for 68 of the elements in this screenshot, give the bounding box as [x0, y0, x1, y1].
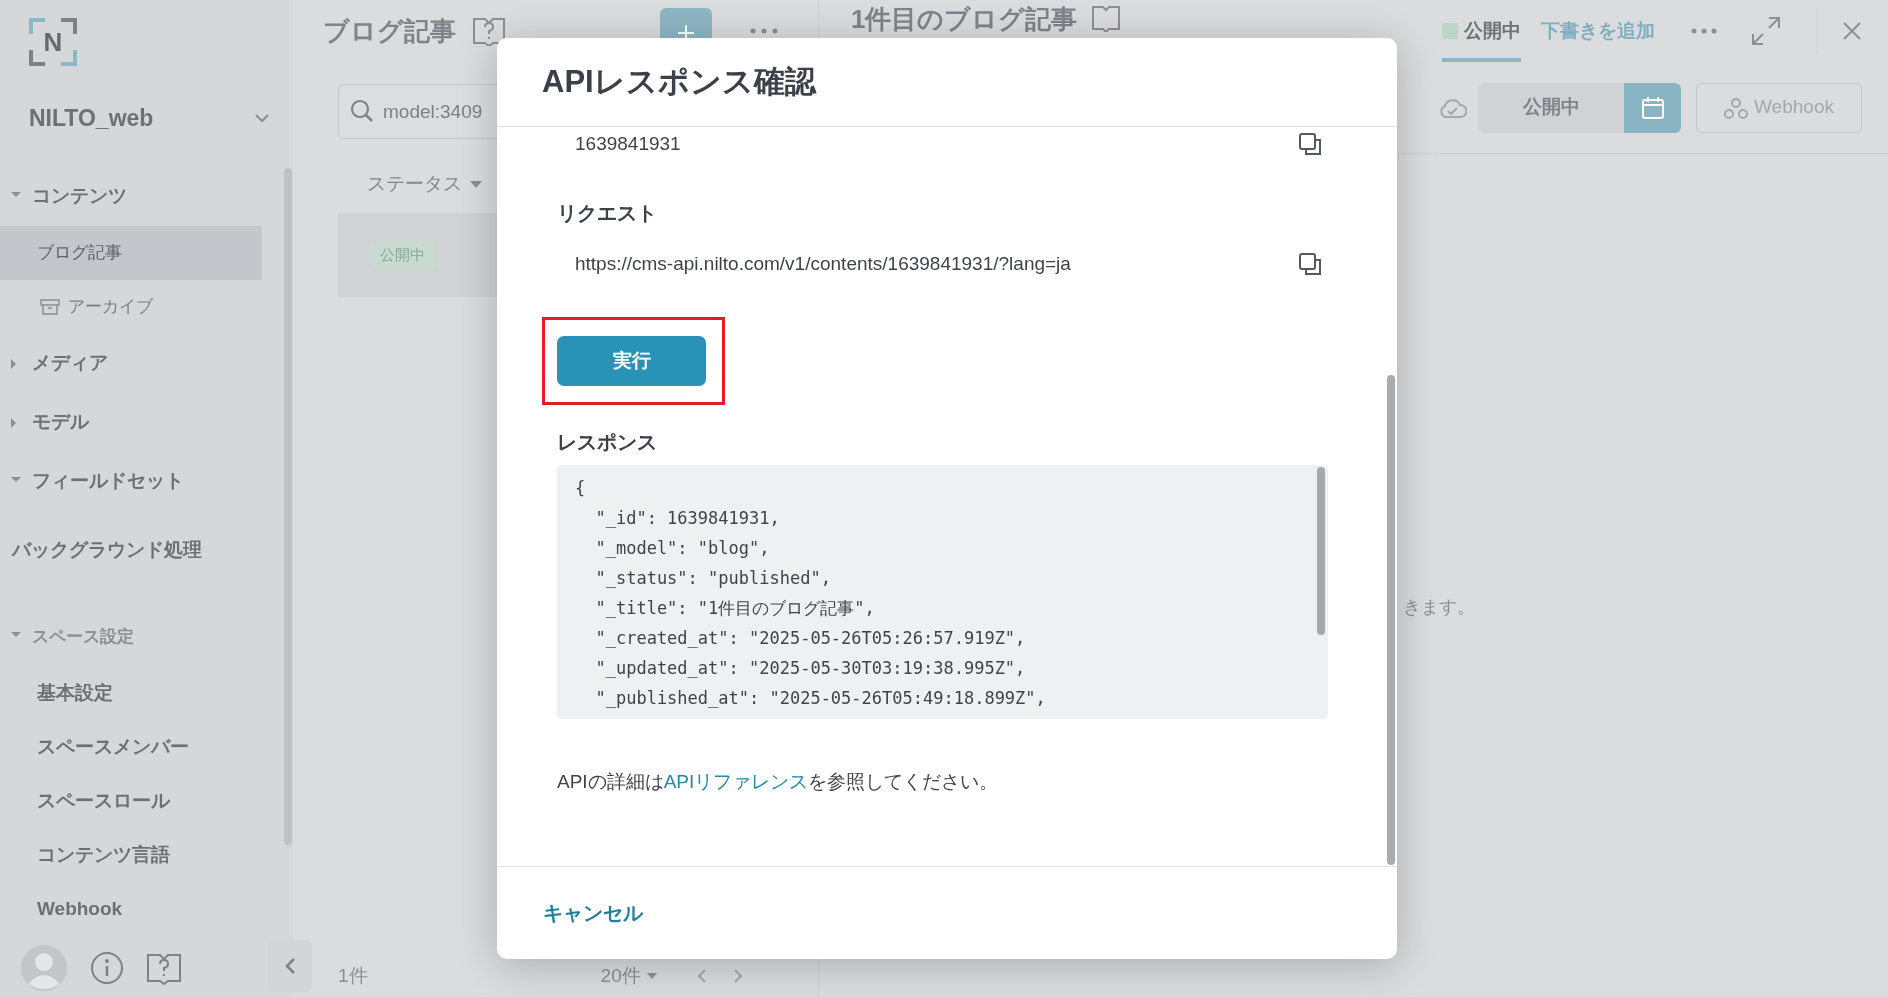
nav-item[interactable]: スペースメンバー [0, 720, 262, 774]
nav-group-label[interactable]: スペース設定 [32, 623, 134, 650]
cancel-button[interactable]: キャンセル [543, 898, 643, 928]
caret-down-icon [470, 180, 482, 188]
code-line: "_model": "blog", [594, 537, 771, 560]
help-book-icon[interactable] [1091, 4, 1122, 32]
next-page-icon[interactable] [732, 968, 743, 985]
dialog-title: APIレスポンス確認 [542, 63, 816, 101]
chevron-left-icon [284, 957, 296, 975]
chevron-down-icon[interactable] [255, 113, 269, 123]
run-button[interactable]: 実行 [557, 336, 706, 386]
id-value: 1639841931 [575, 131, 681, 156]
webhook-icon [1724, 96, 1749, 119]
panel-title: ブログ記事 [323, 14, 456, 48]
code-line: "_published_at": "2025-05-26T05:49:18.899Z", [594, 687, 1047, 710]
section-label: レスポンス [557, 430, 658, 454]
search-icon [350, 99, 374, 123]
code-line: "_id": 1639841931, [594, 507, 781, 530]
nav-group-label[interactable]: バックグラウンド処理 [12, 535, 202, 565]
item-count: 1件 [338, 964, 368, 988]
caret-down-icon [646, 973, 657, 980]
nav-item[interactable]: ブログ記事 [0, 226, 262, 280]
nav-group-label[interactable]: メディア [32, 349, 108, 378]
detail-title: 1件目のブログ記事 [851, 6, 1078, 32]
nav-item[interactable]: 基本設定 [0, 666, 262, 720]
status-tab[interactable]: 公開中 [1442, 0, 1521, 62]
more-icon[interactable] [1691, 28, 1717, 34]
code-line: "_created_at": "2025-05-26T05:26:57.919Z", [594, 627, 1027, 650]
nav-group-label[interactable]: モデル [32, 408, 89, 437]
message-text: きます。 [1403, 596, 1475, 619]
avatar-icon[interactable] [20, 944, 68, 992]
calendar-button[interactable] [1624, 82, 1681, 133]
nav-group-label[interactable]: コンテンツ [32, 182, 127, 211]
section-label: リクエスト [557, 201, 658, 225]
logo: N [29, 18, 77, 66]
code-line: "_status": "published", [594, 567, 832, 590]
nav-item[interactable]: コンテンツ言語 [0, 828, 262, 882]
scrollbar[interactable] [284, 168, 292, 845]
per-page-select[interactable]: 20件 [600, 962, 657, 991]
expand-icon[interactable] [1751, 16, 1781, 46]
status-badge: 公開中 [370, 240, 435, 270]
prev-page-icon[interactable] [696, 968, 707, 985]
nav-item[interactable]: Webhook [0, 882, 262, 936]
copy-icon[interactable] [1298, 252, 1322, 276]
scrollbar[interactable] [1387, 375, 1395, 865]
close-icon[interactable] [1842, 21, 1862, 41]
code-line: "_updated_at": "2025-05-30T03:19:38.995Z", [594, 657, 1027, 680]
archive-box-icon [40, 298, 60, 316]
status-button[interactable]: 公開中 [1478, 82, 1624, 133]
info-icon[interactable] [90, 951, 124, 985]
help-book-icon[interactable] [146, 951, 182, 985]
api-reference-link[interactable]: APIリファレンス [663, 771, 809, 792]
calendar-icon [1640, 95, 1665, 120]
nav-item[interactable]: アーカイブ [0, 280, 262, 334]
copy-icon[interactable] [1298, 132, 1322, 156]
nav-group-label[interactable]: フィールドセット [32, 467, 184, 496]
request-url: https://cms-api.nilto.com/v1/contents/1639841931/?lang=ja [575, 251, 1071, 276]
filter-dropdown[interactable]: ステータス [367, 169, 818, 199]
nav-item[interactable]: スペースロール [0, 774, 262, 828]
help-text: APIの詳細はAPIリファレンス を参照してください。 [557, 770, 1000, 794]
code-line: "_title": "1件目のブログ記事", [594, 597, 876, 620]
workspace-name[interactable]: NILTO_web [29, 100, 154, 136]
code-line: { [575, 477, 587, 500]
add-draft-link[interactable]: 下書きを追加 [1541, 16, 1655, 46]
help-book-icon[interactable] [472, 16, 506, 46]
more-icon[interactable] [750, 28, 778, 34]
scrollbar[interactable] [1317, 467, 1325, 635]
cloud-check-icon [1437, 96, 1467, 119]
